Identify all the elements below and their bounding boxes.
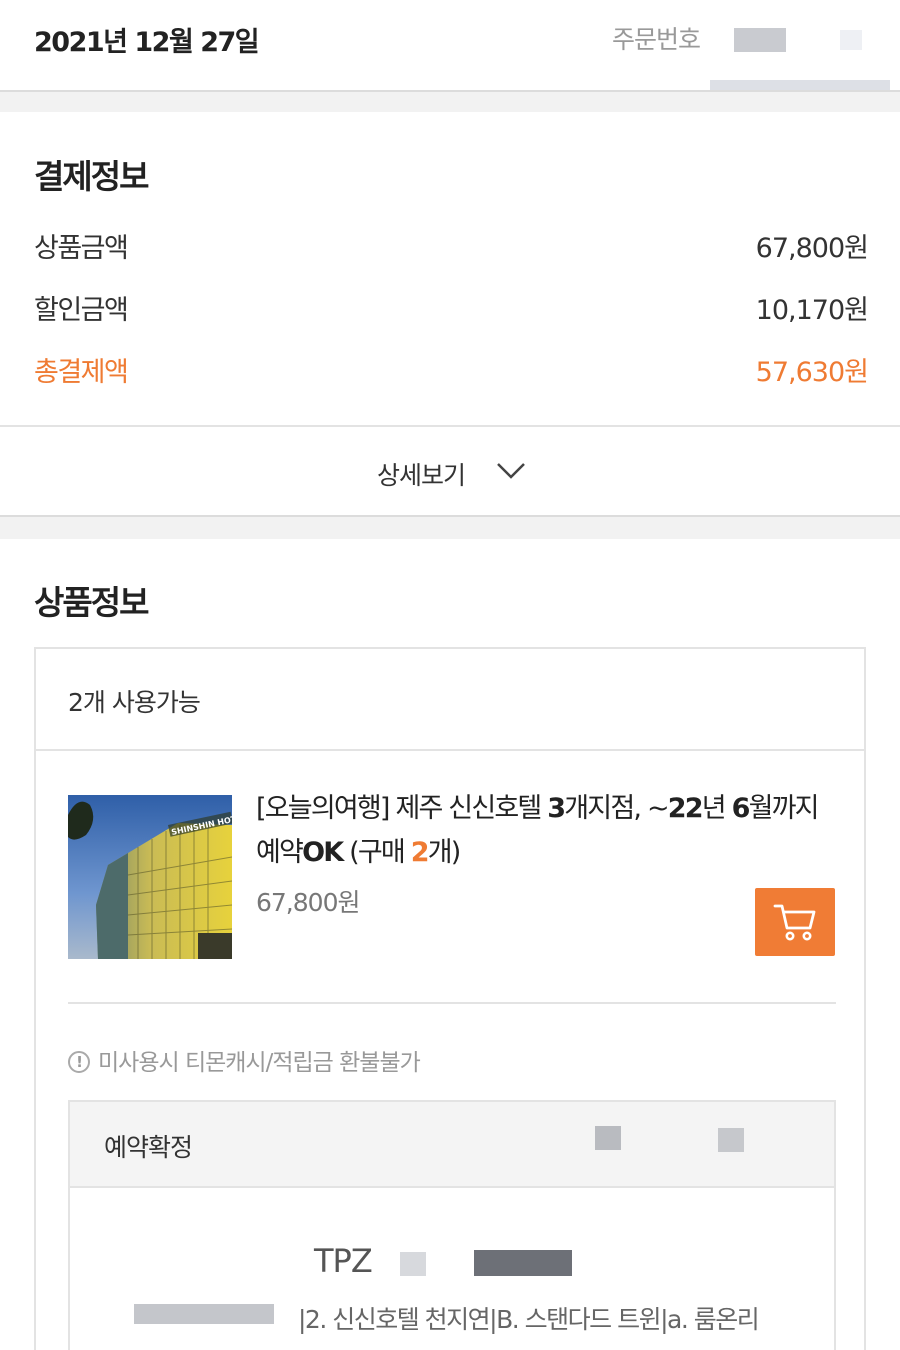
redacted-code-1 xyxy=(400,1252,426,1276)
product-amount-label: 상품금액 xyxy=(34,233,129,264)
add-to-cart-button[interactable] xyxy=(755,888,835,956)
redacted-order-number xyxy=(734,28,786,52)
view-details-button[interactable]: 상세보기 xyxy=(0,428,900,516)
reservation-code: TPZ xyxy=(314,1242,373,1280)
redacted-order-number-2 xyxy=(840,30,862,50)
product-price: 67,800원 xyxy=(256,888,360,917)
view-details-label: 상세보기 xyxy=(377,461,466,490)
reservation-card: 예약확정 TPZ |2. 신신호텔 천지연|B. 스탠다드 트윈|a. 룸온리 xyxy=(68,1100,836,1350)
reservation-header: 예약확정 xyxy=(70,1102,834,1188)
section-gap xyxy=(0,90,900,112)
chevron-down-icon xyxy=(497,463,525,479)
discount-amount-row: 할인금액 10,170원 xyxy=(34,288,869,328)
cart-icon xyxy=(773,904,816,941)
order-number-label: 주문번호 xyxy=(612,25,701,54)
reservation-status: 예약확정 xyxy=(104,1133,193,1162)
product-amount-value: 67,800원 xyxy=(755,233,869,264)
purchase-quantity: 2 xyxy=(410,837,430,868)
product-card: 2개 사용가능 SHINSHIN HOTEL [오늘의여행] 제주 신신호텔 3… xyxy=(34,647,866,1350)
total-payment-value: 57,630원 xyxy=(755,357,869,388)
refund-notice: ! 미사용시 티몬캐시/적립금 환불불가 xyxy=(68,1043,421,1077)
section-gap-2 xyxy=(0,515,900,539)
total-payment-label: 총결제액 xyxy=(34,357,129,388)
usable-count: 2개 사용가능 xyxy=(68,688,201,717)
total-payment-row: 총결제액 57,630원 xyxy=(34,350,869,390)
order-date: 2021년 12월 27일 xyxy=(34,27,260,58)
payment-divider xyxy=(0,425,900,427)
redacted-room-prefix xyxy=(134,1304,274,1324)
payment-section-title: 결제정보 xyxy=(34,157,149,196)
hotel-image: SHINSHIN HOTEL xyxy=(68,795,232,959)
room-info: |2. 신신호텔 천지연|B. 스탠다드 트윈|a. 룸온리 xyxy=(298,1305,760,1334)
card-divider xyxy=(36,749,864,751)
product-divider xyxy=(68,1002,836,1004)
redacted-reservation-info-2 xyxy=(718,1128,744,1152)
info-icon: ! xyxy=(68,1050,90,1073)
redacted-reservation-info xyxy=(595,1126,621,1150)
product-thumbnail[interactable]: SHINSHIN HOTEL xyxy=(68,795,232,959)
product-amount-row: 상품금액 67,800원 xyxy=(34,226,869,266)
discount-amount-label: 할인금액 xyxy=(34,295,129,326)
order-header: 2021년 12월 27일 주문번호 xyxy=(0,0,900,104)
redacted-code-2 xyxy=(474,1250,572,1276)
refund-notice-text: 미사용시 티몬캐시/적립금 환불불가 xyxy=(98,1050,421,1076)
discount-amount-value: 10,170원 xyxy=(755,295,869,326)
product-name[interactable]: [오늘의여행] 제주 신신호텔 3개지점, ~22년 6월까지 예약OK (구매… xyxy=(256,787,836,875)
product-section-title: 상품정보 xyxy=(34,583,149,622)
